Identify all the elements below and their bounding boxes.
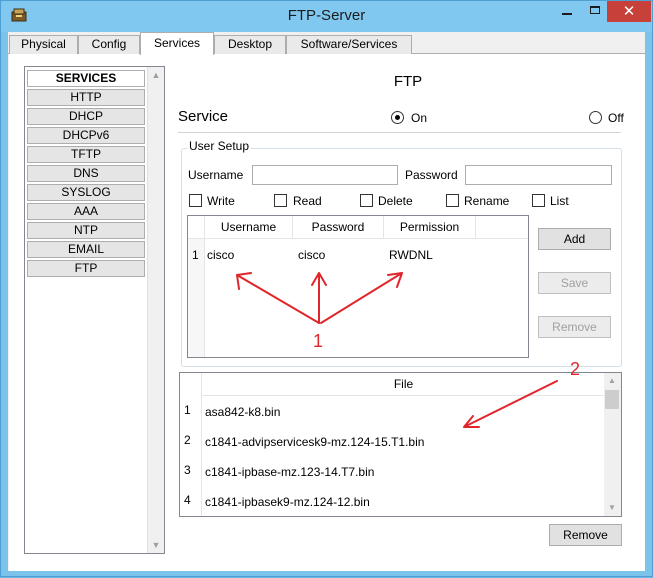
scroll-down-icon[interactable]: ▼ [148, 537, 164, 553]
column-password[interactable]: Password [293, 216, 384, 239]
delete-label: Delete [378, 194, 413, 208]
rename-label: Rename [464, 194, 510, 208]
password-field[interactable] [465, 165, 612, 185]
file-name: c1841-advipservicesk9-mz.124-15.T1.bin [205, 435, 425, 449]
ftp-panel: FTP Service On Off User Setup Username P… [178, 54, 645, 571]
read-checkbox[interactable] [274, 194, 287, 207]
cell-password: cisco [298, 248, 326, 262]
tab-software-services[interactable]: Software/Services [286, 35, 412, 54]
sidebar-header: SERVICES [27, 70, 145, 87]
sidebar-item-tftp[interactable]: TFTP [27, 146, 145, 163]
file-number: 2 [184, 433, 191, 447]
scroll-thumb[interactable] [605, 390, 619, 409]
minimize-button[interactable] [553, 1, 581, 22]
column-permission[interactable]: Permission [384, 216, 476, 239]
rename-checkbox[interactable] [446, 194, 459, 207]
sidebar-item-email[interactable]: EMAIL [27, 241, 145, 258]
annotation-label-1: 1 [313, 331, 324, 351]
file-name: c1841-ipbase-mz.123-14.T7.bin [205, 465, 375, 479]
remove-file-button[interactable]: Remove [549, 524, 622, 546]
file-number: 3 [184, 463, 191, 477]
file-number: 1 [184, 403, 191, 417]
service-off-radio[interactable] [589, 111, 602, 124]
cell-permission: RWDNL [389, 248, 433, 262]
service-off-label: Off [608, 111, 624, 125]
remove-user-button[interactable]: Remove [538, 316, 611, 338]
sidebar-scrollbar[interactable]: ▲ ▼ [147, 67, 164, 553]
close-icon: ✕ [622, 3, 636, 20]
tab-services[interactable]: Services [140, 32, 214, 55]
add-user-button[interactable]: Add [538, 228, 611, 250]
write-label: Write [207, 194, 235, 208]
service-on-label: On [411, 111, 428, 125]
app-window: FTP-Server ✕ Physical Config Services De… [0, 0, 653, 577]
column-empty [476, 216, 528, 239]
tab-physical[interactable]: Physical [9, 35, 78, 54]
sidebar-item-ftp[interactable]: FTP [27, 260, 145, 277]
sidebar-item-ntp[interactable]: NTP [27, 222, 145, 239]
services-sidebar: SERVICES HTTP DHCP DHCPv6 TFTP DNS SYSLO… [24, 66, 165, 554]
row-number: 1 [192, 248, 199, 262]
file-name: c1841-ipbasek9-mz.124-12.bin [205, 495, 370, 509]
service-label: Service [178, 108, 229, 125]
service-on-radio[interactable] [391, 111, 404, 124]
scroll-up-icon[interactable]: ▲ [604, 373, 620, 389]
minimize-icon [562, 13, 572, 15]
file-table[interactable]: File 1 asa842-k8.bin 2 c1841-advipservic… [179, 372, 622, 517]
list-label: List [550, 194, 569, 208]
panel-title: FTP [393, 73, 423, 90]
table-corner [188, 216, 205, 239]
client-area: Physical Config Services Desktop Softwar… [8, 32, 645, 571]
sidebar-item-dhcp[interactable]: DHCP [27, 108, 145, 125]
file-number: 4 [184, 493, 191, 507]
user-table[interactable]: Username Password Permission 1 cisco cis… [187, 215, 529, 358]
tab-strip: Physical Config Services Desktop Softwar… [8, 32, 645, 55]
cell-username: cisco [207, 248, 235, 262]
delete-checkbox[interactable] [360, 194, 373, 207]
write-checkbox[interactable] [189, 194, 202, 207]
scroll-up-icon[interactable]: ▲ [148, 67, 164, 83]
username-field[interactable] [252, 165, 398, 185]
read-label: Read [293, 194, 322, 208]
divider [178, 132, 621, 133]
user-setup-title: User Setup [187, 139, 252, 153]
services-page: SERVICES HTTP DHCP DHCPv6 TFTP DNS SYSLO… [9, 54, 645, 571]
sidebar-item-dns[interactable]: DNS [27, 165, 145, 182]
sidebar-item-syslog[interactable]: SYSLOG [27, 184, 145, 201]
password-label: Password [405, 168, 458, 182]
title-bar[interactable]: FTP-Server ✕ [1, 1, 652, 32]
scroll-down-icon[interactable]: ▼ [604, 500, 620, 516]
save-user-button[interactable]: Save [538, 272, 611, 294]
services-list: SERVICES HTTP DHCP DHCPv6 TFTP DNS SYSLO… [27, 70, 145, 279]
sidebar-item-http[interactable]: HTTP [27, 89, 145, 106]
username-label: Username [188, 168, 244, 182]
sidebar-item-dhcpv6[interactable]: DHCPv6 [27, 127, 145, 144]
sidebar-item-aaa[interactable]: AAA [27, 203, 145, 220]
file-name: asa842-k8.bin [205, 405, 281, 419]
annotation-label-2: 2 [570, 359, 581, 379]
list-checkbox[interactable] [532, 194, 545, 207]
column-file[interactable]: File [202, 373, 605, 396]
column-username[interactable]: Username [205, 216, 293, 239]
close-button[interactable]: ✕ [607, 1, 651, 22]
maximize-icon [590, 6, 600, 14]
maximize-button[interactable] [581, 1, 609, 22]
tab-desktop[interactable]: Desktop [214, 35, 286, 54]
tab-config[interactable]: Config [78, 35, 140, 54]
file-scrollbar[interactable]: ▲ ▼ [604, 373, 621, 516]
